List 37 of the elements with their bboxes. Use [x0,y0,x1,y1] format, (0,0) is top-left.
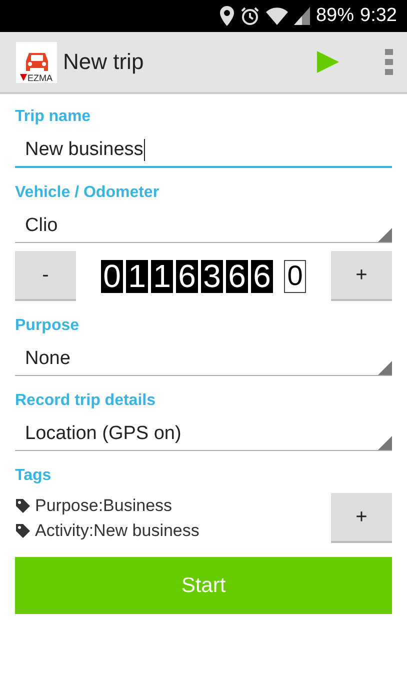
field-label: Tags [15,467,52,485]
tag-icon [15,498,31,514]
dropdown-icon [378,361,392,375]
field-label: Purpose [15,317,80,335]
wifi-icon [266,7,288,25]
dropdown-icon [378,436,392,450]
odometer-digit[interactable]: 6 [176,260,198,292]
clock-time: 9:32 [360,5,397,27]
tag-label: Purpose:Business [35,496,172,516]
odometer-digit[interactable]: 3 [201,260,223,292]
screen-title: New trip [63,49,145,75]
odometer-digit[interactable]: 1 [151,260,173,292]
odometer-digit[interactable]: 0 [101,260,123,292]
field-label: Trip name [15,108,92,126]
dropdown-field[interactable]: Clio [15,210,392,243]
tag-icon [15,522,31,538]
app-logo: EZMA [16,42,57,82]
battery-level: 89% [316,5,354,27]
input-field[interactable]: New business [15,134,392,168]
location-icon [220,6,234,26]
signal-icon [294,7,310,25]
odometer-digit[interactable]: 6 [251,260,273,292]
decrement-button[interactable]: - [15,251,76,301]
field-label: Record trip details [15,392,156,410]
play-icon[interactable] [315,50,339,74]
overflow-menu-icon[interactable] [385,49,393,75]
odometer-digit[interactable]: 6 [226,260,248,292]
dropdown-icon [378,228,392,242]
dropdown-field[interactable]: None [15,343,392,376]
increment-button[interactable]: + [331,251,392,301]
dropdown-field[interactable]: Location (GPS on) [15,418,392,451]
add-tag-button[interactable]: + [331,493,392,543]
odometer-digit[interactable]: 1 [126,260,148,292]
alarm-icon [240,6,260,26]
field-label: Vehicle / Odometer [15,184,160,202]
tag-label: Activity:New business [35,520,200,540]
odometer-digit[interactable]: 0 [284,260,306,292]
